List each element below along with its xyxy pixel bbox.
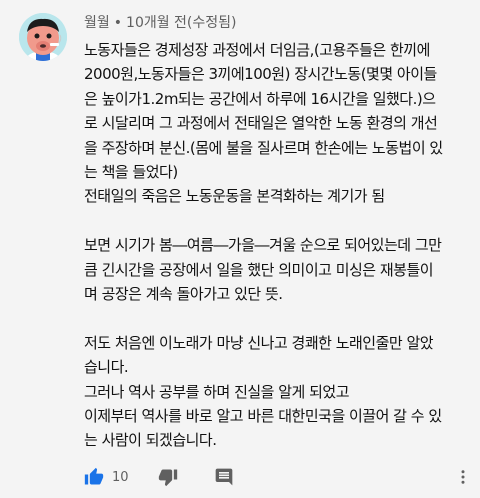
comment-line: 2000원,노동자들은 3끼에100원) 장시간노동(몇몇 아이들 — [84, 65, 437, 84]
like-count: 10 — [112, 469, 129, 485]
comment-author[interactable]: 월월 — [84, 15, 110, 31]
comment-line: 을 주장하며 분신.(몸에 불을 질사르며 한손에는 노동법이 있 — [84, 138, 443, 157]
comment-line: 노동자들은 경제성장 과정에서 더임금,(고용주들은 한끼에 — [84, 41, 430, 59]
comment-line: 는 사람이 되겠습니다. — [84, 431, 217, 450]
comment-line: 는 책을 들었다) — [84, 163, 178, 182]
comment-body: 노동자들은 경제성장 과정에서 더임금,(고용주들은 한끼에 2000원,노동자… — [84, 38, 472, 453]
comment-time[interactable]: 10개월 전(수정됨) — [126, 15, 236, 31]
comment-line: 보면 시기가 봄―여름―가을―겨울 순으로 되어있는데 그만 — [84, 236, 442, 255]
comment-header: 월월 • 10개월 전(수정됨) — [84, 14, 237, 32]
comment-line: 전태일의 죽음은 노동운동을 본격화하는 계기가 됨 — [84, 187, 385, 206]
thumb-up-icon — [84, 467, 104, 485]
like-button[interactable]: 10 — [84, 464, 129, 490]
comment-line: 저도 처음엔 이노래가 마냥 신나고 경쾌한 노래인줄만 알았 — [84, 333, 434, 352]
comment-line: 로 시달리며 그 과정에서 전태일은 열악한 노동 환경의 개선 — [84, 114, 438, 133]
comment-line: 그러나 역사 공부를 하며 진실을 알게 되었고 — [84, 382, 350, 401]
comment-line: 큼 긴시간을 공장에서 일을 했단 의미이고 미싱은 재봉틀이 — [84, 260, 434, 279]
comment-line: 습니다. — [84, 358, 129, 377]
reply-comment-icon — [215, 468, 233, 486]
comment-actions: 10 — [84, 464, 472, 490]
avatar[interactable] — [19, 13, 67, 61]
comment-line: 이제부터 역사를 바로 알고 바른 대한민국을 이끌어 갈 수 있 — [84, 407, 442, 426]
thumb-down-icon — [158, 469, 178, 487]
header-separator: • — [113, 15, 123, 31]
dislike-button[interactable] — [158, 464, 178, 490]
comment-line: 은 높이가1.2m되는 공간에서 하루에 16시간을 일했다.)으 — [84, 89, 436, 108]
more-options-button[interactable] — [454, 464, 472, 490]
comment-line: 며 공장은 계속 돌아가고 있단 뜻. — [84, 285, 283, 304]
reply-button[interactable] — [214, 464, 234, 490]
avatar-character-icon — [19, 13, 67, 61]
more-vertical-icon — [461, 470, 465, 484]
